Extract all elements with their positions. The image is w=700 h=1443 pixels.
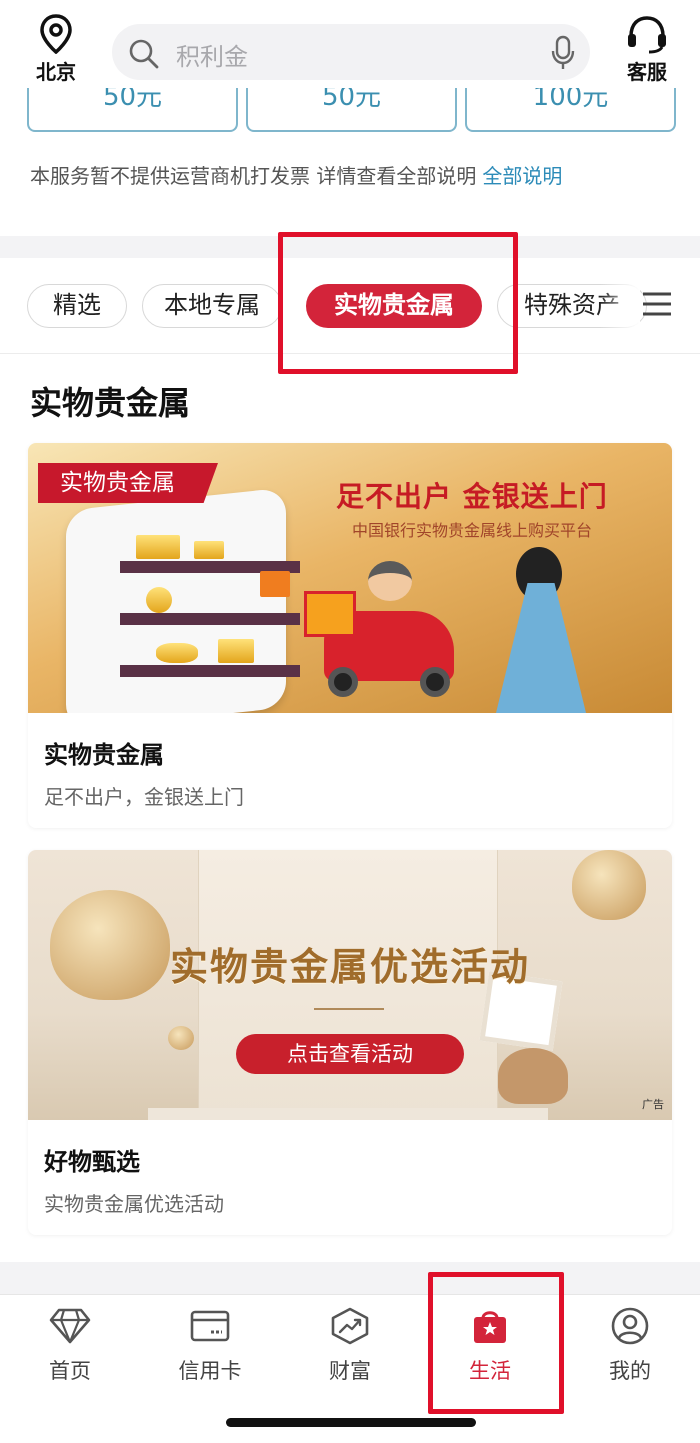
nav-label: 信用卡 [178,1359,242,1383]
credit-card-icon [190,1310,230,1342]
product-card[interactable]: 实物贵金属优选活动 点击查看活动 广告 好物甄选 实物贵金属优选活动 [28,850,672,1235]
nav-item-mine[interactable]: 我的 [575,1307,685,1385]
gold-bar [136,535,180,559]
gold-gourd [146,587,172,613]
location-selector[interactable]: 北京 [28,14,84,85]
customer-service-button[interactable]: 客服 [618,14,676,85]
headset-icon [628,16,666,54]
search-icon [129,39,159,69]
location-pin-icon [40,14,72,54]
menu-icon[interactable] [642,291,672,317]
search-placeholder: 积利金 [176,43,248,71]
banner-image-precious-metals: 实物贵金属 足不出户 金银送上门 中国银行实物贵金属线上购买平台 [28,443,672,713]
invoice-notice: 本服务暂不提供运营商机打发票 详情查看全部说明 全部说明 [30,160,562,189]
gift-box [260,571,290,597]
delivery-gift [304,591,356,637]
tab-local-exclusive[interactable]: 本地专属 [142,284,282,328]
nav-item-wealth[interactable]: 财富 [295,1307,405,1385]
tabs-fade [600,278,640,334]
scooter-wheel [420,667,450,697]
home-indicator[interactable] [226,1418,476,1427]
highlight-box-tab [278,232,518,374]
scooter-wheel [328,667,358,697]
wealth-chart-icon [331,1307,369,1345]
highlight-box-nav [428,1272,564,1414]
courier-head [368,561,412,601]
nav-item-credit-card[interactable]: 信用卡 [155,1307,265,1385]
search-bar[interactable]: 积利金 [112,24,590,80]
view-activity-button[interactable]: 点击查看活动 [236,1034,464,1074]
gold-bar [194,541,224,559]
top-header: 北京 积利金 客服 [0,0,700,88]
section-title: 实物贵金属 [30,384,191,422]
phone-illustration [66,487,286,713]
bottom-spacer [0,1262,700,1294]
full-description-link[interactable]: 全部说明 [482,164,562,188]
nav-label: 财富 [329,1359,371,1383]
ad-label: 广告 [642,1098,664,1111]
customer-dress [496,583,586,713]
gold-bar [218,639,254,663]
nav-label: 首页 [49,1359,91,1383]
customer-service-label: 客服 [627,60,667,84]
banner-divider [314,1008,384,1010]
stage-floor [148,1108,548,1120]
gold-ingot [156,643,198,663]
shelf [120,665,300,677]
nav-item-home[interactable]: 首页 [15,1307,125,1385]
diamond-icon [49,1308,91,1344]
microphone-icon[interactable] [550,35,576,71]
shelf [120,613,300,625]
product-card[interactable]: 实物贵金属 足不出户 金银送上门 中国银行实物贵金属线上购买平台 实物贵金属 足… [28,443,672,828]
tab-featured[interactable]: 精选 [27,284,127,328]
banner-headline: 足不出户 金银送上门 [336,480,608,513]
heart-balloon-icon [572,850,646,920]
notice-text: 本服务暂不提供运营商机打发票 详情查看全部说明 [30,164,477,188]
chocolate-box [498,1048,568,1104]
banner-image-promotion: 实物贵金属优选活动 点击查看活动 广告 [28,850,672,1120]
card-title: 实物贵金属 [44,741,164,769]
card-subtitle: 实物贵金属优选活动 [44,1192,224,1216]
banner-subline: 中国银行实物贵金属线上购买平台 [352,521,593,540]
banner-headline: 实物贵金属优选活动 [169,945,530,989]
heart-balloon-icon [168,1026,194,1050]
card-subtitle: 足不出户，金银送上门 [44,785,244,809]
banner-tag: 实物贵金属 [38,463,218,503]
user-icon [611,1307,649,1345]
nav-label: 我的 [609,1359,651,1383]
card-title: 好物甄选 [44,1148,140,1176]
location-label: 北京 [36,60,76,84]
